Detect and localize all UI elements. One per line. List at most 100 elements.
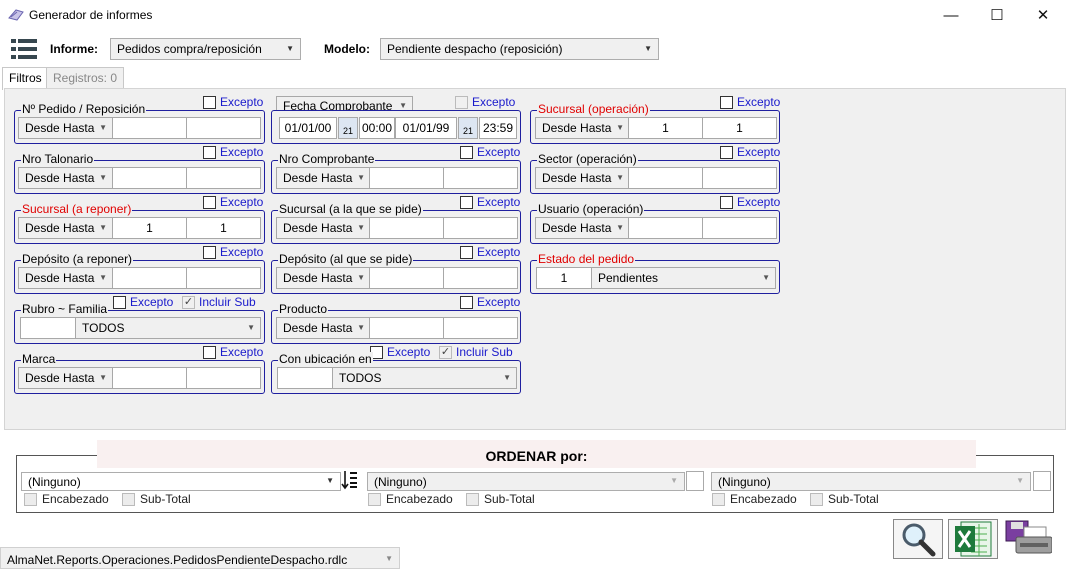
calendar-icon[interactable]: 21 (338, 117, 358, 139)
order-select-2[interactable]: (Ninguno) ▼ (367, 472, 685, 491)
checkbox-box[interactable] (203, 145, 216, 159)
range-mode-select[interactable]: Desde Hasta ▼ (535, 167, 630, 189)
to-input[interactable] (702, 217, 777, 239)
to-input[interactable] (186, 117, 261, 139)
excepto-checkbox[interactable]: Excepto (460, 195, 520, 209)
excepto-checkbox[interactable]: Excepto (460, 295, 520, 309)
to-input[interactable]: 1 (702, 117, 777, 139)
checkbox-box[interactable] (122, 492, 135, 506)
to-input[interactable] (443, 317, 518, 339)
from-input[interactable]: 1 (112, 217, 187, 239)
to-input[interactable] (443, 267, 518, 289)
from-input[interactable] (628, 217, 703, 239)
checkbox-box[interactable] (720, 195, 733, 209)
from-input[interactable] (369, 317, 444, 339)
sort-direction-icon[interactable] (341, 470, 359, 490)
range-mode-select[interactable]: Desde Hasta ▼ (535, 117, 630, 139)
checkbox-box[interactable] (460, 295, 473, 309)
excepto-checkbox[interactable]: Excepto (720, 95, 780, 109)
range-mode-select[interactable]: Desde Hasta ▼ (18, 217, 113, 239)
checkbox-box[interactable] (460, 195, 473, 209)
excepto-checkbox[interactable]: Excepto (460, 145, 520, 159)
checkbox-box[interactable] (712, 492, 725, 506)
checkbox-box[interactable] (720, 145, 733, 159)
range-mode-select[interactable]: Desde Hasta ▼ (18, 167, 113, 189)
time-to-input[interactable]: 23:59 (479, 117, 517, 139)
checkbox-box[interactable] (368, 492, 381, 506)
checkbox-box[interactable] (203, 245, 216, 259)
checkbox-box[interactable] (720, 95, 733, 109)
ubicacion-select[interactable]: TODOS ▼ (332, 367, 517, 389)
range-mode-select[interactable]: Desde Hasta ▼ (18, 117, 113, 139)
encabezado-checkbox[interactable]: Encabezado (24, 492, 109, 506)
modelo-select[interactable]: Pendiente despacho (reposición) ▼ (380, 38, 659, 60)
to-input[interactable]: 1 (186, 217, 261, 239)
maximize-button[interactable]: ☐ (974, 0, 1020, 30)
to-input[interactable] (186, 367, 261, 389)
sort-direction-button[interactable] (1033, 471, 1051, 491)
from-input[interactable] (369, 167, 444, 189)
excepto-checkbox[interactable]: Excepto (203, 95, 263, 109)
range-mode-select[interactable]: Desde Hasta ▼ (18, 367, 113, 389)
estado-select[interactable]: Pendientes ▼ (591, 267, 776, 289)
order-select-3[interactable]: (Ninguno) ▼ (711, 472, 1031, 491)
range-mode-select[interactable]: Desde Hasta ▼ (276, 217, 371, 239)
print-button[interactable] (1003, 519, 1053, 559)
from-input[interactable]: 1 (628, 117, 703, 139)
time-from-input[interactable]: 00:00 (359, 117, 395, 139)
to-input[interactable] (186, 267, 261, 289)
excepto-checkbox[interactable]: Excepto (460, 245, 520, 259)
encabezado-checkbox[interactable]: Encabezado (712, 492, 797, 506)
checkbox-box[interactable] (203, 345, 216, 359)
excepto-checkbox[interactable]: Excepto (720, 145, 780, 159)
report-file-select[interactable]: AlmaNet.Reports.Operaciones.PedidosPendi… (0, 547, 400, 569)
code-input[interactable] (277, 367, 333, 389)
excepto-checkbox[interactable]: Excepto (455, 95, 515, 109)
checkmark-icon[interactable]: ✓ (439, 345, 452, 359)
excepto-checkbox[interactable]: Excepto (203, 145, 263, 159)
checkmark-icon[interactable]: ✓ (182, 295, 195, 309)
from-input[interactable] (112, 167, 187, 189)
checkbox-box[interactable] (455, 95, 468, 109)
excepto-checkbox[interactable]: Excepto (203, 195, 263, 209)
export-excel-button[interactable] (948, 519, 998, 559)
checkbox-box[interactable] (460, 145, 473, 159)
subtotal-checkbox[interactable]: Sub-Total (466, 492, 535, 506)
excepto-checkbox[interactable]: Excepto (720, 195, 780, 209)
rubro-select[interactable]: TODOS ▼ (75, 317, 261, 339)
incluir-sub-checkbox[interactable]: ✓ Incluir Sub (182, 295, 256, 309)
to-input[interactable] (186, 167, 261, 189)
tab-filtros[interactable]: Filtros (2, 67, 49, 90)
range-mode-select[interactable]: Desde Hasta ▼ (535, 217, 630, 239)
from-input[interactable] (112, 267, 187, 289)
list-menu-icon[interactable] (11, 39, 37, 59)
to-input[interactable] (443, 217, 518, 239)
checkbox-box[interactable] (203, 195, 216, 209)
excepto-checkbox[interactable]: Excepto (203, 245, 263, 259)
encabezado-checkbox[interactable]: Encabezado (368, 492, 453, 506)
from-input[interactable] (112, 367, 187, 389)
close-button[interactable]: ✕ (1020, 0, 1066, 30)
checkbox-box[interactable] (466, 492, 479, 506)
excepto-checkbox[interactable]: Excepto (113, 295, 173, 309)
checkbox-box[interactable] (24, 492, 37, 506)
sort-direction-button[interactable] (686, 471, 704, 491)
checkbox-box[interactable] (203, 95, 216, 109)
from-input[interactable] (628, 167, 703, 189)
range-mode-select[interactable]: Desde Hasta ▼ (18, 267, 113, 289)
tab-registros[interactable]: Registros: 0 (46, 67, 125, 89)
excepto-checkbox[interactable]: Excepto (203, 345, 263, 359)
order-select-1[interactable]: (Ninguno) ▼ (21, 472, 341, 491)
from-input[interactable] (369, 267, 444, 289)
to-input[interactable] (702, 167, 777, 189)
to-input[interactable] (443, 167, 518, 189)
informe-select[interactable]: Pedidos compra/reposición ▼ (110, 38, 301, 60)
subtotal-checkbox[interactable]: Sub-Total (122, 492, 191, 506)
code-input[interactable] (20, 317, 76, 339)
calendar-icon[interactable]: 21 (458, 117, 478, 139)
excepto-checkbox[interactable]: Excepto (370, 345, 430, 359)
range-mode-select[interactable]: Desde Hasta ▼ (276, 267, 371, 289)
from-input[interactable] (112, 117, 187, 139)
from-input[interactable] (369, 217, 444, 239)
date-to-input[interactable]: 01/01/99 (395, 117, 457, 139)
